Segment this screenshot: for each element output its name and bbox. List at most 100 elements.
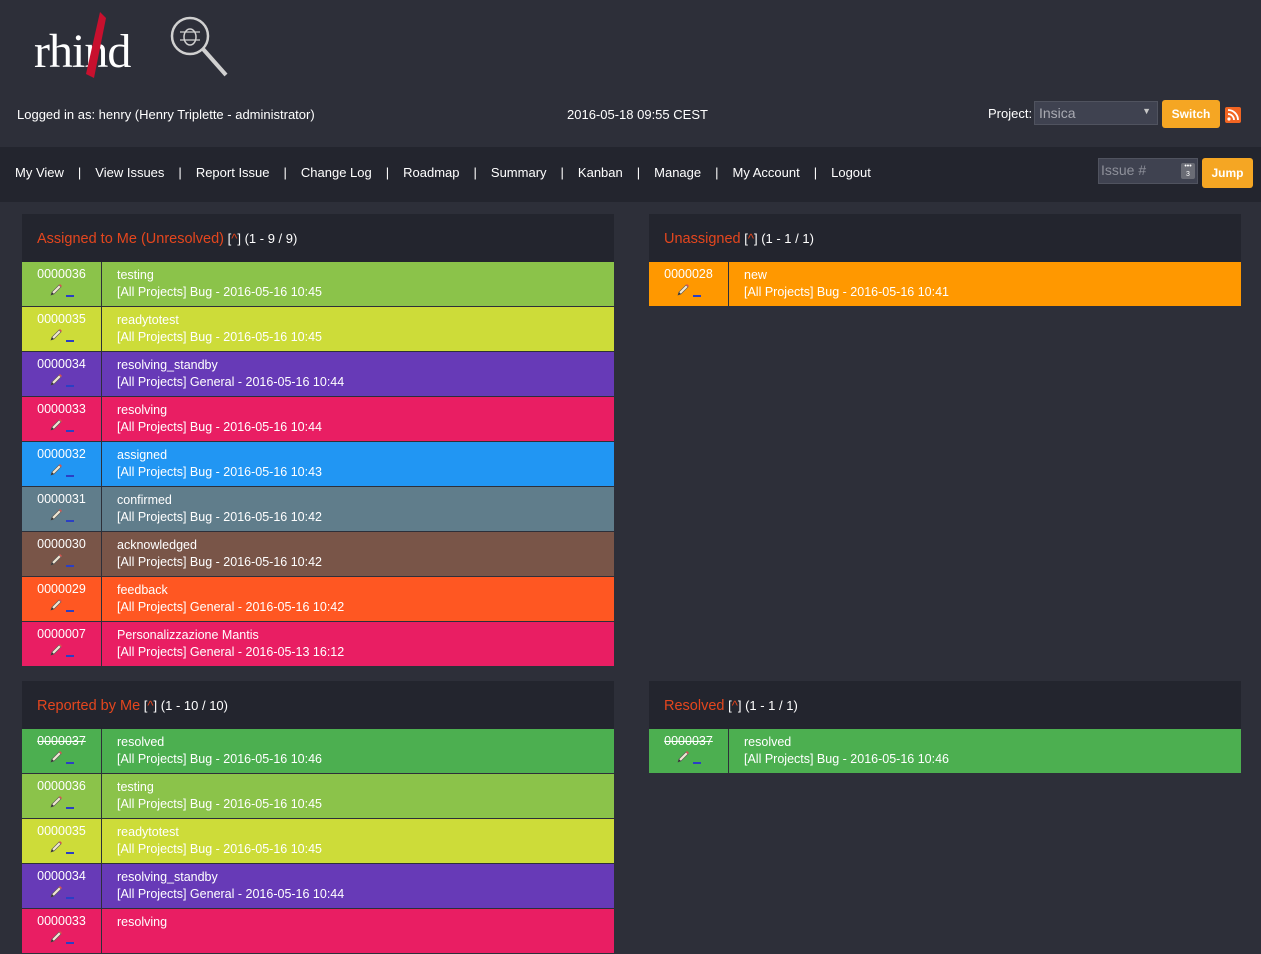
- assign-underline-icon[interactable]: [693, 761, 701, 764]
- issue-id-link[interactable]: 0000031: [22, 492, 101, 506]
- edit-pencil-icon[interactable]: [49, 507, 63, 521]
- issue-status-title[interactable]: resolving: [117, 914, 167, 931]
- issue-list: 0000036 testing [All Projects] Bug - 2016-…: [22, 262, 614, 667]
- edit-pencil-icon[interactable]: [49, 462, 63, 476]
- edit-pencil-icon[interactable]: [49, 417, 63, 431]
- issue-id-link[interactable]: 0000037: [649, 734, 728, 748]
- edit-pencil-icon[interactable]: [49, 794, 63, 808]
- assign-underline-icon[interactable]: [66, 941, 74, 944]
- issue-id-link[interactable]: 0000034: [22, 357, 101, 371]
- assign-underline-icon[interactable]: [66, 384, 74, 387]
- issue-id-cell: 0000036: [22, 262, 102, 306]
- panel-title[interactable]: Assigned to Me (Unresolved): [37, 231, 224, 247]
- issue-detail: [All Projects] Bug - 2016-05-16 10:46: [117, 752, 322, 766]
- nav-link-report-issue[interactable]: Report Issue: [196, 165, 270, 180]
- project-select[interactable]: Insica ▼: [1034, 101, 1158, 125]
- issue-id-cell: 0000031: [22, 487, 102, 531]
- assign-underline-icon[interactable]: [693, 294, 701, 297]
- issue-id-link[interactable]: 0000036: [22, 779, 101, 793]
- nav-link-my-view[interactable]: My View: [15, 165, 64, 180]
- issue-status-title[interactable]: readytotest: [117, 312, 322, 329]
- issue-status-title[interactable]: assigned: [117, 447, 322, 464]
- nav-link-manage[interactable]: Manage: [654, 165, 701, 180]
- issue-status-title[interactable]: new: [744, 267, 949, 284]
- edit-pencil-icon[interactable]: [49, 839, 63, 853]
- assign-underline-icon[interactable]: [66, 294, 74, 297]
- issue-id-link[interactable]: 0000036: [22, 267, 101, 281]
- issue-summary: readytotest [All Projects] Bug - 2016-05-…: [117, 824, 322, 858]
- panel-title[interactable]: Resolved: [664, 698, 724, 714]
- issue-status-title[interactable]: feedback: [117, 582, 344, 599]
- nav-link-view-issues[interactable]: View Issues: [95, 165, 164, 180]
- issue-status-title[interactable]: resolved: [117, 734, 322, 751]
- edit-pencil-icon[interactable]: [49, 282, 63, 296]
- edit-pencil-icon[interactable]: [676, 282, 690, 296]
- issue-id-link[interactable]: 0000035: [22, 312, 101, 326]
- issue-status-title[interactable]: resolving_standby: [117, 869, 344, 886]
- assign-underline-icon[interactable]: [66, 429, 74, 432]
- issue-status-title[interactable]: testing: [117, 267, 322, 284]
- rss-icon[interactable]: [1225, 107, 1241, 123]
- nav-separator: |: [178, 165, 182, 180]
- issue-status-title[interactable]: resolved: [744, 734, 949, 751]
- panel-count: (1 - 1 / 1): [745, 698, 798, 713]
- edit-pencil-icon[interactable]: [676, 749, 690, 763]
- issue-detail: [All Projects] Bug - 2016-05-16 10:43: [117, 465, 322, 479]
- issue-status-title[interactable]: acknowledged: [117, 537, 322, 554]
- issue-actions: [22, 282, 101, 297]
- nav-link-summary[interactable]: Summary: [491, 165, 547, 180]
- issue-id-link[interactable]: 0000028: [649, 267, 728, 281]
- issue-status-title[interactable]: testing: [117, 779, 322, 796]
- issue-id-link[interactable]: 0000033: [22, 914, 101, 928]
- panel-title[interactable]: Reported by Me: [37, 698, 140, 714]
- issue-id-link[interactable]: 0000037: [22, 734, 101, 748]
- issue-id-link[interactable]: 0000034: [22, 869, 101, 883]
- assign-underline-icon[interactable]: [66, 564, 74, 567]
- panel-header: Reported by Me [^] (1 - 10 / 10): [37, 698, 228, 714]
- nav-link-roadmap[interactable]: Roadmap: [403, 165, 459, 180]
- switch-button[interactable]: Switch: [1162, 100, 1220, 128]
- nav-link-logout[interactable]: Logout: [831, 165, 871, 180]
- issue-status-title[interactable]: resolving: [117, 402, 322, 419]
- issue-status-title[interactable]: confirmed: [117, 492, 322, 509]
- edit-pencil-icon[interactable]: [49, 372, 63, 386]
- keyboard-icon: ••• 3: [1181, 163, 1195, 179]
- edit-pencil-icon[interactable]: [49, 552, 63, 566]
- issue-list: 0000028 new [All Projects] Bug - 2016-05-1…: [649, 262, 1241, 307]
- issue-status-title[interactable]: readytotest: [117, 824, 322, 841]
- assign-underline-icon[interactable]: [66, 609, 74, 612]
- issue-id-link[interactable]: 0000030: [22, 537, 101, 551]
- assign-underline-icon[interactable]: [66, 896, 74, 899]
- issue-number-input[interactable]: Issue # ••• 3: [1098, 158, 1198, 184]
- assign-underline-icon[interactable]: [66, 851, 74, 854]
- issue-status-title[interactable]: resolving_standby: [117, 357, 344, 374]
- edit-pencil-icon[interactable]: [49, 929, 63, 943]
- issue-status-title[interactable]: Personalizzazione Mantis: [117, 627, 344, 644]
- issue-detail: [All Projects] Bug - 2016-05-16 10:42: [117, 555, 322, 569]
- issue-id-cell: 0000007: [22, 622, 102, 666]
- logo[interactable]: rhind: [34, 10, 234, 80]
- assign-underline-icon[interactable]: [66, 519, 74, 522]
- issue-id-link[interactable]: 0000033: [22, 402, 101, 416]
- issue-id-link[interactable]: 0000007: [22, 627, 101, 641]
- assign-underline-icon[interactable]: [66, 339, 74, 342]
- nav-link-kanban[interactable]: Kanban: [578, 165, 623, 180]
- assign-underline-icon[interactable]: [66, 654, 74, 657]
- jump-button[interactable]: Jump: [1202, 158, 1253, 188]
- panel-title[interactable]: Unassigned: [664, 231, 741, 247]
- edit-pencil-icon[interactable]: [49, 884, 63, 898]
- issue-id-link[interactable]: 0000032: [22, 447, 101, 461]
- assign-underline-icon[interactable]: [66, 761, 74, 764]
- edit-pencil-icon[interactable]: [49, 327, 63, 341]
- nav-link-change-log[interactable]: Change Log: [301, 165, 372, 180]
- issue-summary: Personalizzazione Mantis [All Projects] G…: [117, 627, 344, 661]
- assign-underline-icon[interactable]: [66, 806, 74, 809]
- issue-id-link[interactable]: 0000029: [22, 582, 101, 596]
- edit-pencil-icon[interactable]: [49, 642, 63, 656]
- issue-id-cell: 0000037: [22, 729, 102, 773]
- issue-id-link[interactable]: 0000035: [22, 824, 101, 838]
- nav-link-my-account[interactable]: My Account: [733, 165, 800, 180]
- edit-pencil-icon[interactable]: [49, 749, 63, 763]
- edit-pencil-icon[interactable]: [49, 597, 63, 611]
- assign-underline-icon[interactable]: [66, 474, 74, 477]
